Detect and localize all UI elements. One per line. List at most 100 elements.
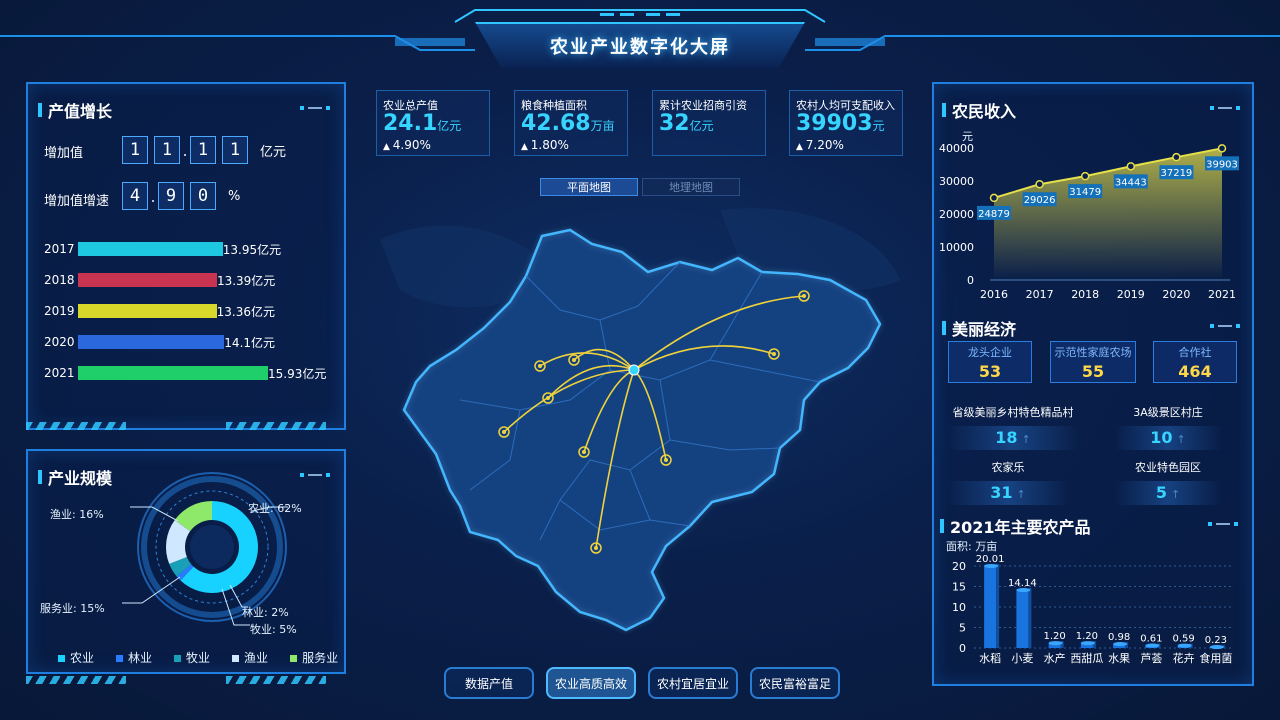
y-tick-label: 0 <box>959 642 966 655</box>
eco-card[interactable]: 合作社 464 <box>1153 341 1237 383</box>
kpi-card[interactable]: 农村人均可支配收入 39903元 ▲ 7.20% <box>789 90 903 156</box>
legend-item[interactable]: 牧业 <box>174 649 210 666</box>
kpi-unit: 元 <box>872 119 885 133</box>
y-tick-label: 40000 <box>939 142 974 155</box>
up-arrow-icon: ▲ <box>796 142 806 152</box>
up-arrow-icon: ↑ <box>1170 488 1181 501</box>
flow-endpoint-dot <box>538 364 542 368</box>
eco-card[interactable]: 示范性家庭农场 55 <box>1050 341 1136 383</box>
stat-value: 5 ↑ <box>1114 481 1222 505</box>
stat-item: 省级美丽乡村特色精品村 18 ↑ <box>946 404 1080 450</box>
nav-button-prosperous[interactable]: 农民富裕富足 <box>750 667 840 699</box>
stat-number: 10 <box>1150 428 1173 447</box>
panel-decor-dots <box>1210 324 1240 328</box>
donut-center <box>190 525 234 569</box>
stat-value: 18 ↑ <box>946 426 1080 450</box>
x-tick-label: 2021 <box>1208 288 1236 301</box>
y-tick-label: 5 <box>959 622 966 635</box>
product-value-label: 0.98 <box>1108 632 1130 643</box>
pie-label-livestock: 牧业: 5% <box>250 623 297 636</box>
kpi-card[interactable]: 累计农业招商引资 32亿元 <box>652 90 766 156</box>
x-tick-label: 2016 <box>980 288 1008 301</box>
bar-value-label: 14.1亿元 <box>224 335 276 350</box>
flow-endpoint-dot <box>502 430 506 434</box>
legend-item[interactable]: 林业 <box>116 649 152 666</box>
bar[interactable] <box>78 335 225 349</box>
nav-button-quality[interactable]: 农业高质高效 <box>546 667 636 699</box>
eco-card-value: 464 <box>1178 361 1212 381</box>
stat-value: 10 ↑ <box>1114 426 1222 450</box>
income-panel-title: 农民收入 <box>942 98 1016 122</box>
stat-number: 5 <box>1155 483 1167 502</box>
tab-flat-map[interactable]: 平面地图 <box>540 178 638 196</box>
pie-legend: 农业 林业 牧业 渔业 服务业 <box>58 649 338 666</box>
panel-decor-dots <box>1210 106 1240 110</box>
kpi-number: 42.68 <box>521 111 591 136</box>
up-arrow-icon: ▲ <box>521 142 531 152</box>
bar-year-label: 2018 <box>44 273 75 287</box>
kpi-value: 24.1亿元 <box>383 111 461 136</box>
x-tick-label: 2019 <box>1117 288 1145 301</box>
pie-label-fishery: 渔业: 16% <box>50 508 104 521</box>
stat-number: 31 <box>990 483 1013 502</box>
bar[interactable] <box>78 366 268 380</box>
bar-row: 2020 14.1亿元 <box>44 335 276 350</box>
flow-hub <box>628 364 640 376</box>
income-point <box>1126 162 1136 171</box>
kpi-change: ▲ 7.20% <box>796 138 844 152</box>
income-value-label: 29026 <box>1024 195 1056 206</box>
region-map[interactable] <box>360 200 920 650</box>
kpi-unit: 亿元 <box>437 119 462 133</box>
kpi-change-value: 7.20% <box>805 138 844 152</box>
income-point <box>1080 171 1090 181</box>
tab-geo-map[interactable]: 地理地图 <box>642 178 740 196</box>
legend-item[interactable]: 渔业 <box>232 649 268 666</box>
bar-year-label: 2017 <box>44 242 75 256</box>
bar-value-label: 15.93亿元 <box>268 366 327 381</box>
title-plate: 农业产业数字化大屏 <box>475 22 805 68</box>
income-value-label: 31479 <box>1069 187 1101 198</box>
eco-card-label: 示范性家庭农场 <box>1054 345 1132 359</box>
flow-endpoint-dot <box>594 546 598 550</box>
product-category-label: 小麦 <box>1011 652 1033 665</box>
beauty-panel-title: 美丽经济 <box>942 316 1016 340</box>
stat-number: 18 <box>995 428 1018 447</box>
up-arrow-icon: ↑ <box>1016 488 1026 501</box>
kpi-card[interactable]: 粮食种植面积 42.68万亩 ▲ 1.80% <box>514 90 628 156</box>
kpi-value: 42.68万亩 <box>521 111 615 136</box>
kpi-unit: 亿元 <box>689 119 714 133</box>
product-category-label: 食用菌 <box>1199 651 1232 665</box>
legend-item[interactable]: 农业 <box>58 649 94 666</box>
income-point <box>1035 179 1044 189</box>
flow-endpoint-dot <box>802 294 806 298</box>
scale-panel: 产业规模 农业: 62% 渔业: 16% 服务业: 15% 林业: 2% 牧业:… <box>26 449 346 674</box>
y-tick-label: 20000 <box>939 208 974 221</box>
legend-label: 林业 <box>128 651 153 665</box>
income-value-label: 24879 <box>978 209 1010 220</box>
bar[interactable] <box>78 242 223 256</box>
nav-button-livable[interactable]: 农村宜居宜业 <box>648 667 738 699</box>
bar-year-label: 2021 <box>44 366 75 380</box>
bar-year-label: 2019 <box>44 304 75 318</box>
flow-endpoint-dot <box>772 352 776 356</box>
product-category-label: 水产 <box>1044 651 1066 665</box>
beauty-title-text: 美丽经济 <box>952 320 1017 339</box>
legend-label: 渔业 <box>244 651 269 665</box>
panel-decor-stripe <box>226 422 326 430</box>
kpi-change-value: 1.80% <box>530 138 569 152</box>
kpi-card[interactable]: 农业总产值 24.1亿元 ▲ 4.90% <box>376 90 490 156</box>
eco-card[interactable]: 龙头企业 53 <box>948 341 1032 383</box>
panel-decor-stripe <box>26 676 126 684</box>
stat-item: 农家乐 31 ↑ <box>946 459 1070 505</box>
nav-button-data-output[interactable]: 数据产值 <box>444 667 534 699</box>
stat-label: 3A级景区村庄 <box>1133 406 1203 419</box>
bar-year-label: 2020 <box>44 335 75 349</box>
kpi-change-value: 4.90% <box>392 138 431 152</box>
bar[interactable] <box>78 273 217 287</box>
bar-value-label: 13.95亿元 <box>222 242 282 257</box>
product-category-label: 水稻 <box>979 652 1001 665</box>
legend-item[interactable]: 服务业 <box>290 649 338 666</box>
legend-label: 农业 <box>70 651 95 665</box>
kpi-number: 24.1 <box>383 111 438 136</box>
bar[interactable] <box>78 304 217 318</box>
